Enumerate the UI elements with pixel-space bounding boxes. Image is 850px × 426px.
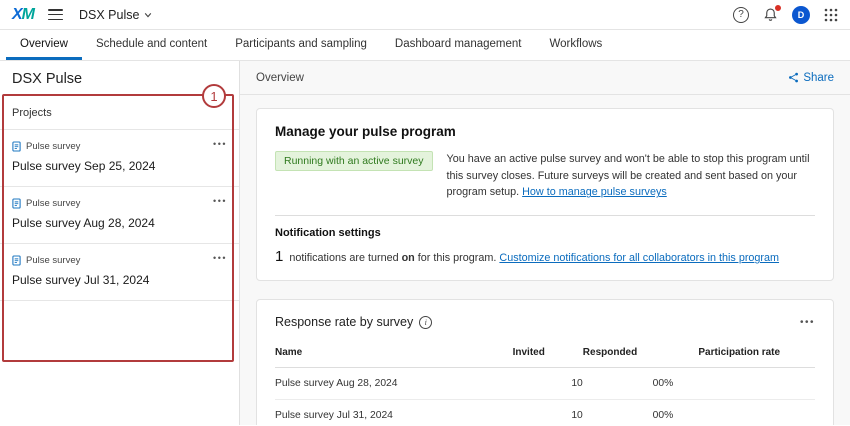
- project-name: Pulse survey Jul 31, 2024: [12, 273, 227, 287]
- response-rate-card: Response rate by survey i ••• Name Invit…: [256, 299, 834, 425]
- share-icon: [788, 72, 799, 83]
- notification-settings-heading: Notification settings: [275, 227, 815, 239]
- notifications-button[interactable]: [763, 7, 778, 22]
- status-description: You have an active pulse survey and won'…: [447, 151, 816, 201]
- response-card-title-text: Response rate by survey: [275, 315, 413, 329]
- column-header-name: Name: [275, 339, 513, 368]
- project-type-row: Pulse survey: [12, 255, 227, 266]
- survey-doc-icon: [12, 198, 21, 209]
- top-bar: XM DSX Pulse ? D: [0, 0, 850, 30]
- status-row: Running with an active survey You have a…: [275, 151, 815, 201]
- table-row[interactable]: Pulse survey Aug 28, 2024 10 0 0%: [275, 368, 815, 400]
- customize-notifications-link[interactable]: Customize notifications for all collabor…: [499, 252, 779, 264]
- table-row[interactable]: Pulse survey Jul 31, 2024 10 0 0%: [275, 400, 815, 425]
- project-name: Pulse survey Sep 25, 2024: [12, 159, 227, 173]
- cell-participation-rate: 0%: [658, 400, 815, 425]
- project-options-icon[interactable]: •••: [213, 139, 227, 149]
- xm-logo: XM: [12, 6, 34, 24]
- tab-schedule-and-content[interactable]: Schedule and content: [82, 30, 221, 60]
- status-badge: Running with an active survey: [275, 151, 433, 171]
- main-scroll-area[interactable]: Manage your pulse program Running with a…: [240, 95, 850, 425]
- notification-count: 1: [275, 248, 283, 265]
- project-type-row: Pulse survey: [12, 198, 227, 209]
- manage-card-title: Manage your pulse program: [275, 124, 815, 139]
- avatar-initial: D: [798, 10, 805, 20]
- survey-doc-icon: [12, 141, 21, 152]
- cell-invited: 10: [513, 368, 583, 400]
- notification-text: notifications are turned: [286, 252, 401, 264]
- primary-tab-bar: Overview Schedule and content Participan…: [0, 30, 850, 61]
- sidebar: DSX Pulse Projects Pulse survey Pulse su…: [0, 61, 240, 425]
- response-card-header: Response rate by survey i •••: [275, 315, 815, 329]
- cell-name: Pulse survey Jul 31, 2024: [275, 400, 513, 425]
- hamburger-menu-icon[interactable]: [48, 9, 63, 20]
- xm-logo-m: M: [22, 6, 34, 23]
- project-type-row: Pulse survey: [12, 141, 227, 152]
- app-window: XM DSX Pulse ? D Overview Schedule and c…: [0, 0, 850, 426]
- avatar[interactable]: D: [792, 6, 810, 24]
- project-options-icon[interactable]: •••: [213, 253, 227, 263]
- project-list-item[interactable]: Pulse survey Pulse survey Jul 31, 2024 •…: [0, 244, 239, 301]
- project-type-label: Pulse survey: [26, 255, 80, 266]
- how-to-manage-link[interactable]: How to manage pulse surveys: [522, 186, 667, 198]
- tab-overview[interactable]: Overview: [6, 30, 82, 60]
- project-type-label: Pulse survey: [26, 198, 80, 209]
- share-label: Share: [803, 72, 834, 84]
- program-selector-label: DSX Pulse: [79, 8, 139, 22]
- column-header-invited: Invited: [513, 339, 583, 368]
- program-selector-dropdown[interactable]: DSX Pulse: [79, 8, 152, 22]
- survey-doc-icon: [12, 255, 21, 266]
- response-rate-table: Name Invited Responded Participation rat…: [275, 339, 815, 425]
- project-options-icon[interactable]: •••: [213, 196, 227, 206]
- content-area: DSX Pulse Projects Pulse survey Pulse su…: [0, 61, 850, 425]
- cell-participation-rate: 0%: [658, 368, 815, 400]
- notification-settings-line: 1 notifications are turned on for this p…: [275, 248, 815, 265]
- cell-name: Pulse survey Aug 28, 2024: [275, 368, 513, 400]
- column-header-responded: Responded: [583, 339, 659, 368]
- response-card-title: Response rate by survey i: [275, 315, 432, 329]
- notification-text-2: for this program.: [415, 252, 500, 264]
- main-panel: Overview Share Manage your pulse program…: [240, 61, 850, 425]
- manage-pulse-program-card: Manage your pulse program Running with a…: [256, 108, 834, 281]
- response-card-options-icon[interactable]: •••: [800, 317, 815, 328]
- help-icon[interactable]: ?: [733, 7, 749, 23]
- project-list-item[interactable]: Pulse survey Pulse survey Sep 25, 2024 •…: [0, 130, 239, 187]
- notification-on: on: [402, 252, 415, 264]
- sidebar-program-title: DSX Pulse: [0, 61, 239, 95]
- breadcrumb: Overview: [256, 72, 304, 84]
- project-name: Pulse survey Aug 28, 2024: [12, 216, 227, 230]
- tab-dashboard-management[interactable]: Dashboard management: [381, 30, 536, 60]
- cell-responded: 0: [583, 368, 659, 400]
- projects-section-label: Projects: [0, 95, 239, 130]
- cell-invited: 10: [513, 400, 583, 425]
- share-button[interactable]: Share: [788, 72, 834, 84]
- column-header-participation-rate: Participation rate: [658, 339, 815, 368]
- project-type-label: Pulse survey: [26, 141, 80, 152]
- main-header: Overview Share: [240, 61, 850, 95]
- xm-logo-x: X: [12, 6, 22, 23]
- app-grid-icon[interactable]: [824, 8, 838, 22]
- tab-workflows[interactable]: Workflows: [535, 30, 616, 60]
- info-icon[interactable]: i: [419, 316, 432, 329]
- card-divider: [275, 215, 815, 216]
- cell-responded: 0: [583, 400, 659, 425]
- project-list-item[interactable]: Pulse survey Pulse survey Aug 28, 2024 •…: [0, 187, 239, 244]
- notification-badge: [774, 4, 782, 12]
- tab-participants-and-sampling[interactable]: Participants and sampling: [221, 30, 381, 60]
- topbar-actions: ? D: [733, 6, 838, 24]
- chevron-down-icon: [144, 11, 152, 19]
